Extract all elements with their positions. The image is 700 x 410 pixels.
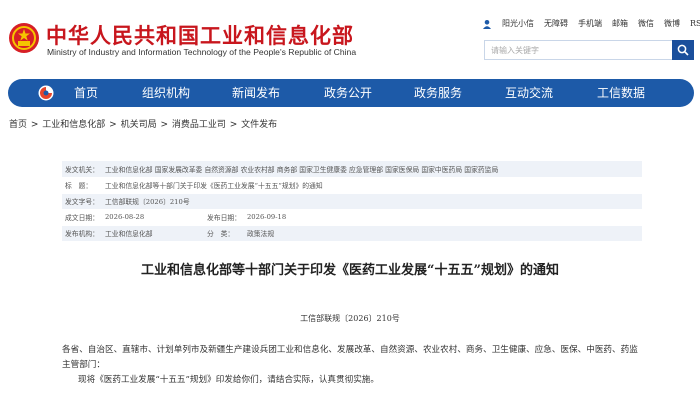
meta-category-value: 政策法规 bbox=[243, 225, 642, 242]
meta-org-label: 发布机构： bbox=[62, 225, 102, 242]
user-icon bbox=[483, 19, 491, 29]
meta-category-label: 分 类： bbox=[203, 225, 244, 242]
search-button[interactable] bbox=[672, 40, 694, 60]
search-box bbox=[484, 40, 694, 60]
national-emblem-icon[interactable] bbox=[8, 22, 40, 54]
site-header: 中华人民共和国工业和信息化部 Ministry of Industry and … bbox=[0, 0, 700, 78]
meta-org-value: 工业和信息化部 bbox=[101, 225, 204, 242]
meta-published-label: 发布日期： bbox=[203, 209, 244, 226]
meta-row-docno: 发文字号： 工信部联规〔2026〕210号 bbox=[62, 193, 642, 210]
top-link-rss[interactable]: RSS订阅 bbox=[690, 18, 700, 29]
nav-services[interactable]: 政务服务 bbox=[414, 79, 462, 107]
meta-row-dates: 成文日期： 2026-08-28 发布日期： 2026-09-18 bbox=[62, 209, 642, 226]
nav-data[interactable]: 工信数据 bbox=[597, 79, 645, 107]
breadcrumb-documents[interactable]: 文件发布 bbox=[241, 120, 277, 130]
site-subtitle: Ministry of Industry and Information Tec… bbox=[47, 47, 357, 57]
meta-published-value: 2026-09-18 bbox=[243, 209, 642, 226]
document-meta-table: 发文机关： 工业和信息化部 国家发展改革委 自然资源部 农业农村部 商务部 国家… bbox=[62, 161, 642, 242]
top-link-mobile[interactable]: 手机端 bbox=[578, 18, 602, 29]
breadcrumb-consumer-goods[interactable]: 消费品工业司 bbox=[172, 120, 226, 130]
nav-government-affairs[interactable]: 政务公开 bbox=[324, 79, 372, 107]
meta-issuer-value: 工业和信息化部 国家发展改革委 自然资源部 农业农村部 商务部 国家卫生健康委 … bbox=[101, 161, 642, 178]
top-link-mail[interactable]: 邮箱 bbox=[612, 18, 628, 29]
top-links: 阳光小信 无障碍 手机端 邮箱 微信 微博 RSS订阅 bbox=[482, 18, 700, 29]
meta-row-title: 标 题： 工业和信息化部等十部门关于印发《医药工业发展“十五五”规划》的通知 bbox=[62, 177, 642, 194]
meta-created-value: 2026-08-28 bbox=[101, 209, 204, 226]
article-paragraph-body: 现将《医药工业发展“十五五”规划》印发给你们，请结合实际，认真贯彻实施。 bbox=[78, 375, 379, 385]
top-link-sunshine[interactable]: 阳光小信 bbox=[502, 18, 534, 29]
breadcrumb: 首页 > 工业和信息化部 > 机关司局 > 消费品工业司 > 文件发布 bbox=[9, 120, 278, 130]
site-title[interactable]: 中华人民共和国工业和信息化部 bbox=[46, 20, 354, 50]
meta-row-issuer: 发文机关： 工业和信息化部 国家发展改革委 自然资源部 农业农村部 商务部 国家… bbox=[62, 161, 642, 178]
article-doc-number: 工信部联规〔2026〕210号 bbox=[300, 314, 400, 323]
meta-docno-value: 工信部联规〔2026〕210号 bbox=[101, 193, 642, 210]
nav-interaction[interactable]: 互动交流 bbox=[505, 79, 553, 107]
nav-organization[interactable]: 组织机构 bbox=[142, 79, 190, 107]
breadcrumb-departments[interactable]: 机关司局 bbox=[121, 120, 157, 130]
meta-row-org: 发布机构： 工业和信息化部 分 类： 政策法规 bbox=[62, 225, 642, 242]
main-nav: 首页 组织机构 新闻发布 政务公开 政务服务 互动交流 工信数据 bbox=[8, 79, 694, 107]
meta-issuer-label: 发文机关： bbox=[62, 161, 102, 178]
top-link-accessibility[interactable]: 无障碍 bbox=[544, 18, 568, 29]
ministry-logo-icon[interactable] bbox=[38, 85, 54, 101]
article-title: 工业和信息化部等十部门关于印发《医药工业发展“十五五”规划》的通知 bbox=[141, 263, 559, 278]
meta-docno-label: 发文字号： bbox=[62, 193, 102, 210]
meta-created-label: 成文日期： bbox=[62, 209, 102, 226]
breadcrumb-home[interactable]: 首页 bbox=[9, 120, 27, 130]
meta-title-label: 标 题： bbox=[62, 177, 102, 194]
nav-home[interactable]: 首页 bbox=[74, 79, 98, 107]
breadcrumb-ministry[interactable]: 工业和信息化部 bbox=[42, 120, 105, 130]
nav-news[interactable]: 新闻发布 bbox=[232, 79, 280, 107]
search-input[interactable] bbox=[484, 40, 672, 60]
top-link-weibo[interactable]: 微博 bbox=[664, 18, 680, 29]
search-icon bbox=[677, 44, 689, 56]
article-paragraph-recipients: 各省、自治区、直辖市、计划单列市及新疆生产建设兵团工业和信息化、发展改革、自然资… bbox=[62, 345, 638, 370]
meta-title-value: 工业和信息化部等十部门关于印发《医药工业发展“十五五”规划》的通知 bbox=[101, 177, 642, 194]
top-link-wechat[interactable]: 微信 bbox=[638, 18, 654, 29]
